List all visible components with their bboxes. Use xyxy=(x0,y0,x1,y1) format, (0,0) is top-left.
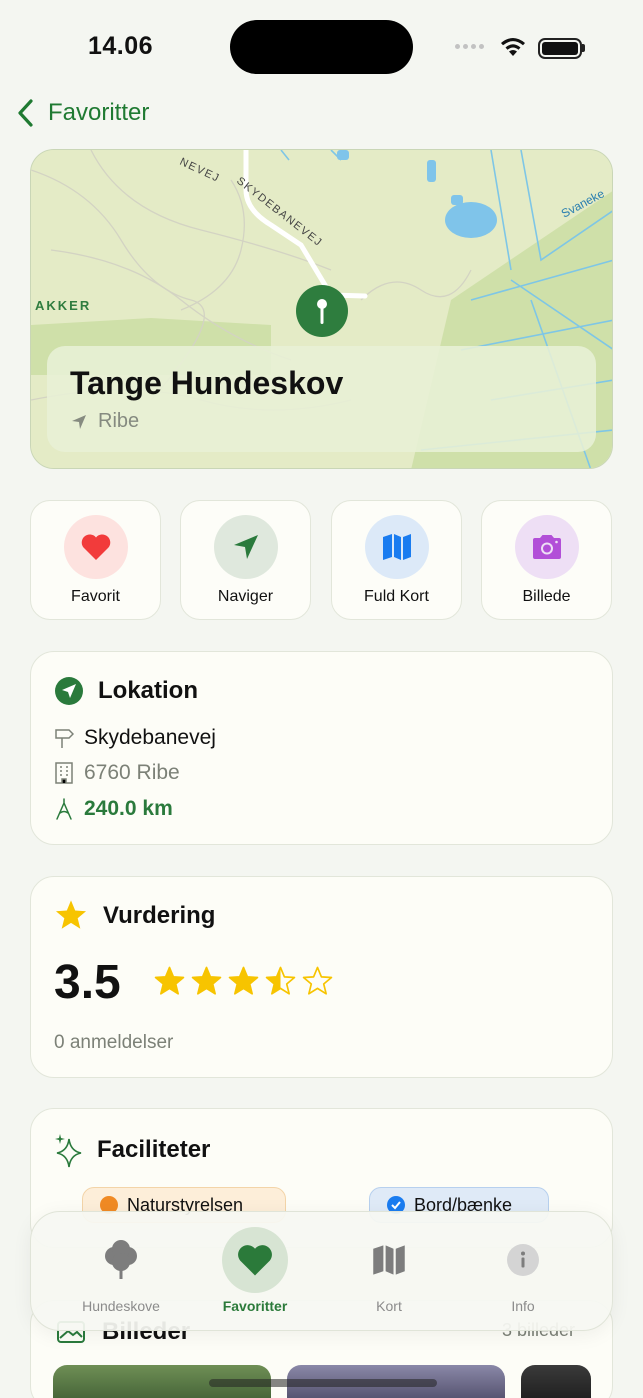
dynamic-island xyxy=(230,20,413,74)
photo-button[interactable]: Billede xyxy=(481,500,612,620)
back-label: Favoritter xyxy=(48,99,150,126)
distance-icon xyxy=(56,798,72,820)
tree-icon xyxy=(105,1240,137,1279)
battery-icon xyxy=(538,38,582,59)
navigation-arrow-icon xyxy=(214,515,278,579)
photo-label: Billede xyxy=(522,588,571,605)
star-rating xyxy=(154,966,333,996)
star-icon xyxy=(54,899,88,936)
postal-city: 6760 Ribe xyxy=(84,761,180,784)
tab-hundeskove[interactable]: Hundeskove xyxy=(76,1228,166,1314)
place-city: Ribe xyxy=(98,410,140,432)
review-count: 0 anmeldelser xyxy=(54,1032,174,1053)
tab-favoritter[interactable]: Favoritter xyxy=(210,1227,300,1314)
back-button[interactable]: Favoritter xyxy=(16,98,149,128)
tab-info[interactable]: Info xyxy=(478,1228,568,1314)
rating-star-icon xyxy=(265,966,296,995)
street-row: Skydebanevej xyxy=(54,726,216,750)
cellular-signal-icon xyxy=(455,44,484,49)
tab-label: Kort xyxy=(376,1298,402,1314)
status-time: 14.06 xyxy=(88,32,154,60)
tab-highlight xyxy=(222,1227,288,1293)
chevron-left-icon xyxy=(18,99,33,127)
street-name: Skydebanevej xyxy=(84,726,216,749)
info-icon xyxy=(507,1244,539,1276)
heart-icon xyxy=(238,1245,272,1276)
tab-label: Info xyxy=(511,1298,535,1314)
photo-thumbnail[interactable] xyxy=(521,1365,591,1398)
tab-kort[interactable]: Kort xyxy=(344,1228,434,1314)
navigate-button[interactable]: Naviger xyxy=(180,500,311,620)
heart-icon xyxy=(64,515,128,579)
place-title: Tange Hundeskov xyxy=(70,365,344,401)
favorite-button[interactable]: Favorit xyxy=(30,500,161,620)
location-arrow-icon xyxy=(72,414,86,429)
signpost-icon xyxy=(55,729,74,748)
location-arrow-icon xyxy=(54,676,84,711)
rating-star-icon xyxy=(228,966,259,995)
rating-star-icon xyxy=(302,966,333,995)
rating-title: Vurdering xyxy=(103,902,216,929)
rating-star-icon xyxy=(154,966,185,995)
full-map-button[interactable]: Fuld Kort xyxy=(331,500,462,620)
navigate-label: Naviger xyxy=(217,588,274,605)
rating-value: 3.5 xyxy=(54,956,121,1009)
wifi-icon xyxy=(501,38,525,56)
building-icon xyxy=(55,762,73,784)
tab-bar: Hundeskove Favoritter Kort Info xyxy=(30,1211,613,1331)
full-map-label: Fuld Kort xyxy=(364,588,429,605)
home-indicator xyxy=(209,1379,437,1387)
distance-value: 240.0 km xyxy=(84,797,173,820)
place-location: Ribe xyxy=(70,410,139,433)
map-icon xyxy=(373,1245,405,1275)
rating-star-icon xyxy=(191,966,222,995)
postal-row: 6760 Ribe xyxy=(54,761,180,785)
facilities-title: Faciliteter xyxy=(97,1136,211,1163)
tab-label: Hundeskove xyxy=(82,1298,160,1314)
location-title: Lokation xyxy=(98,677,198,704)
map-icon xyxy=(365,515,429,579)
battery-cap xyxy=(582,44,585,52)
distance-row: 240.0 km xyxy=(54,797,173,821)
camera-icon xyxy=(515,515,579,579)
tab-label: Favoritter xyxy=(222,1298,288,1314)
sparkles-icon xyxy=(54,1133,84,1174)
favorite-label: Favorit xyxy=(71,588,120,605)
area-label: AKKER xyxy=(35,298,91,313)
